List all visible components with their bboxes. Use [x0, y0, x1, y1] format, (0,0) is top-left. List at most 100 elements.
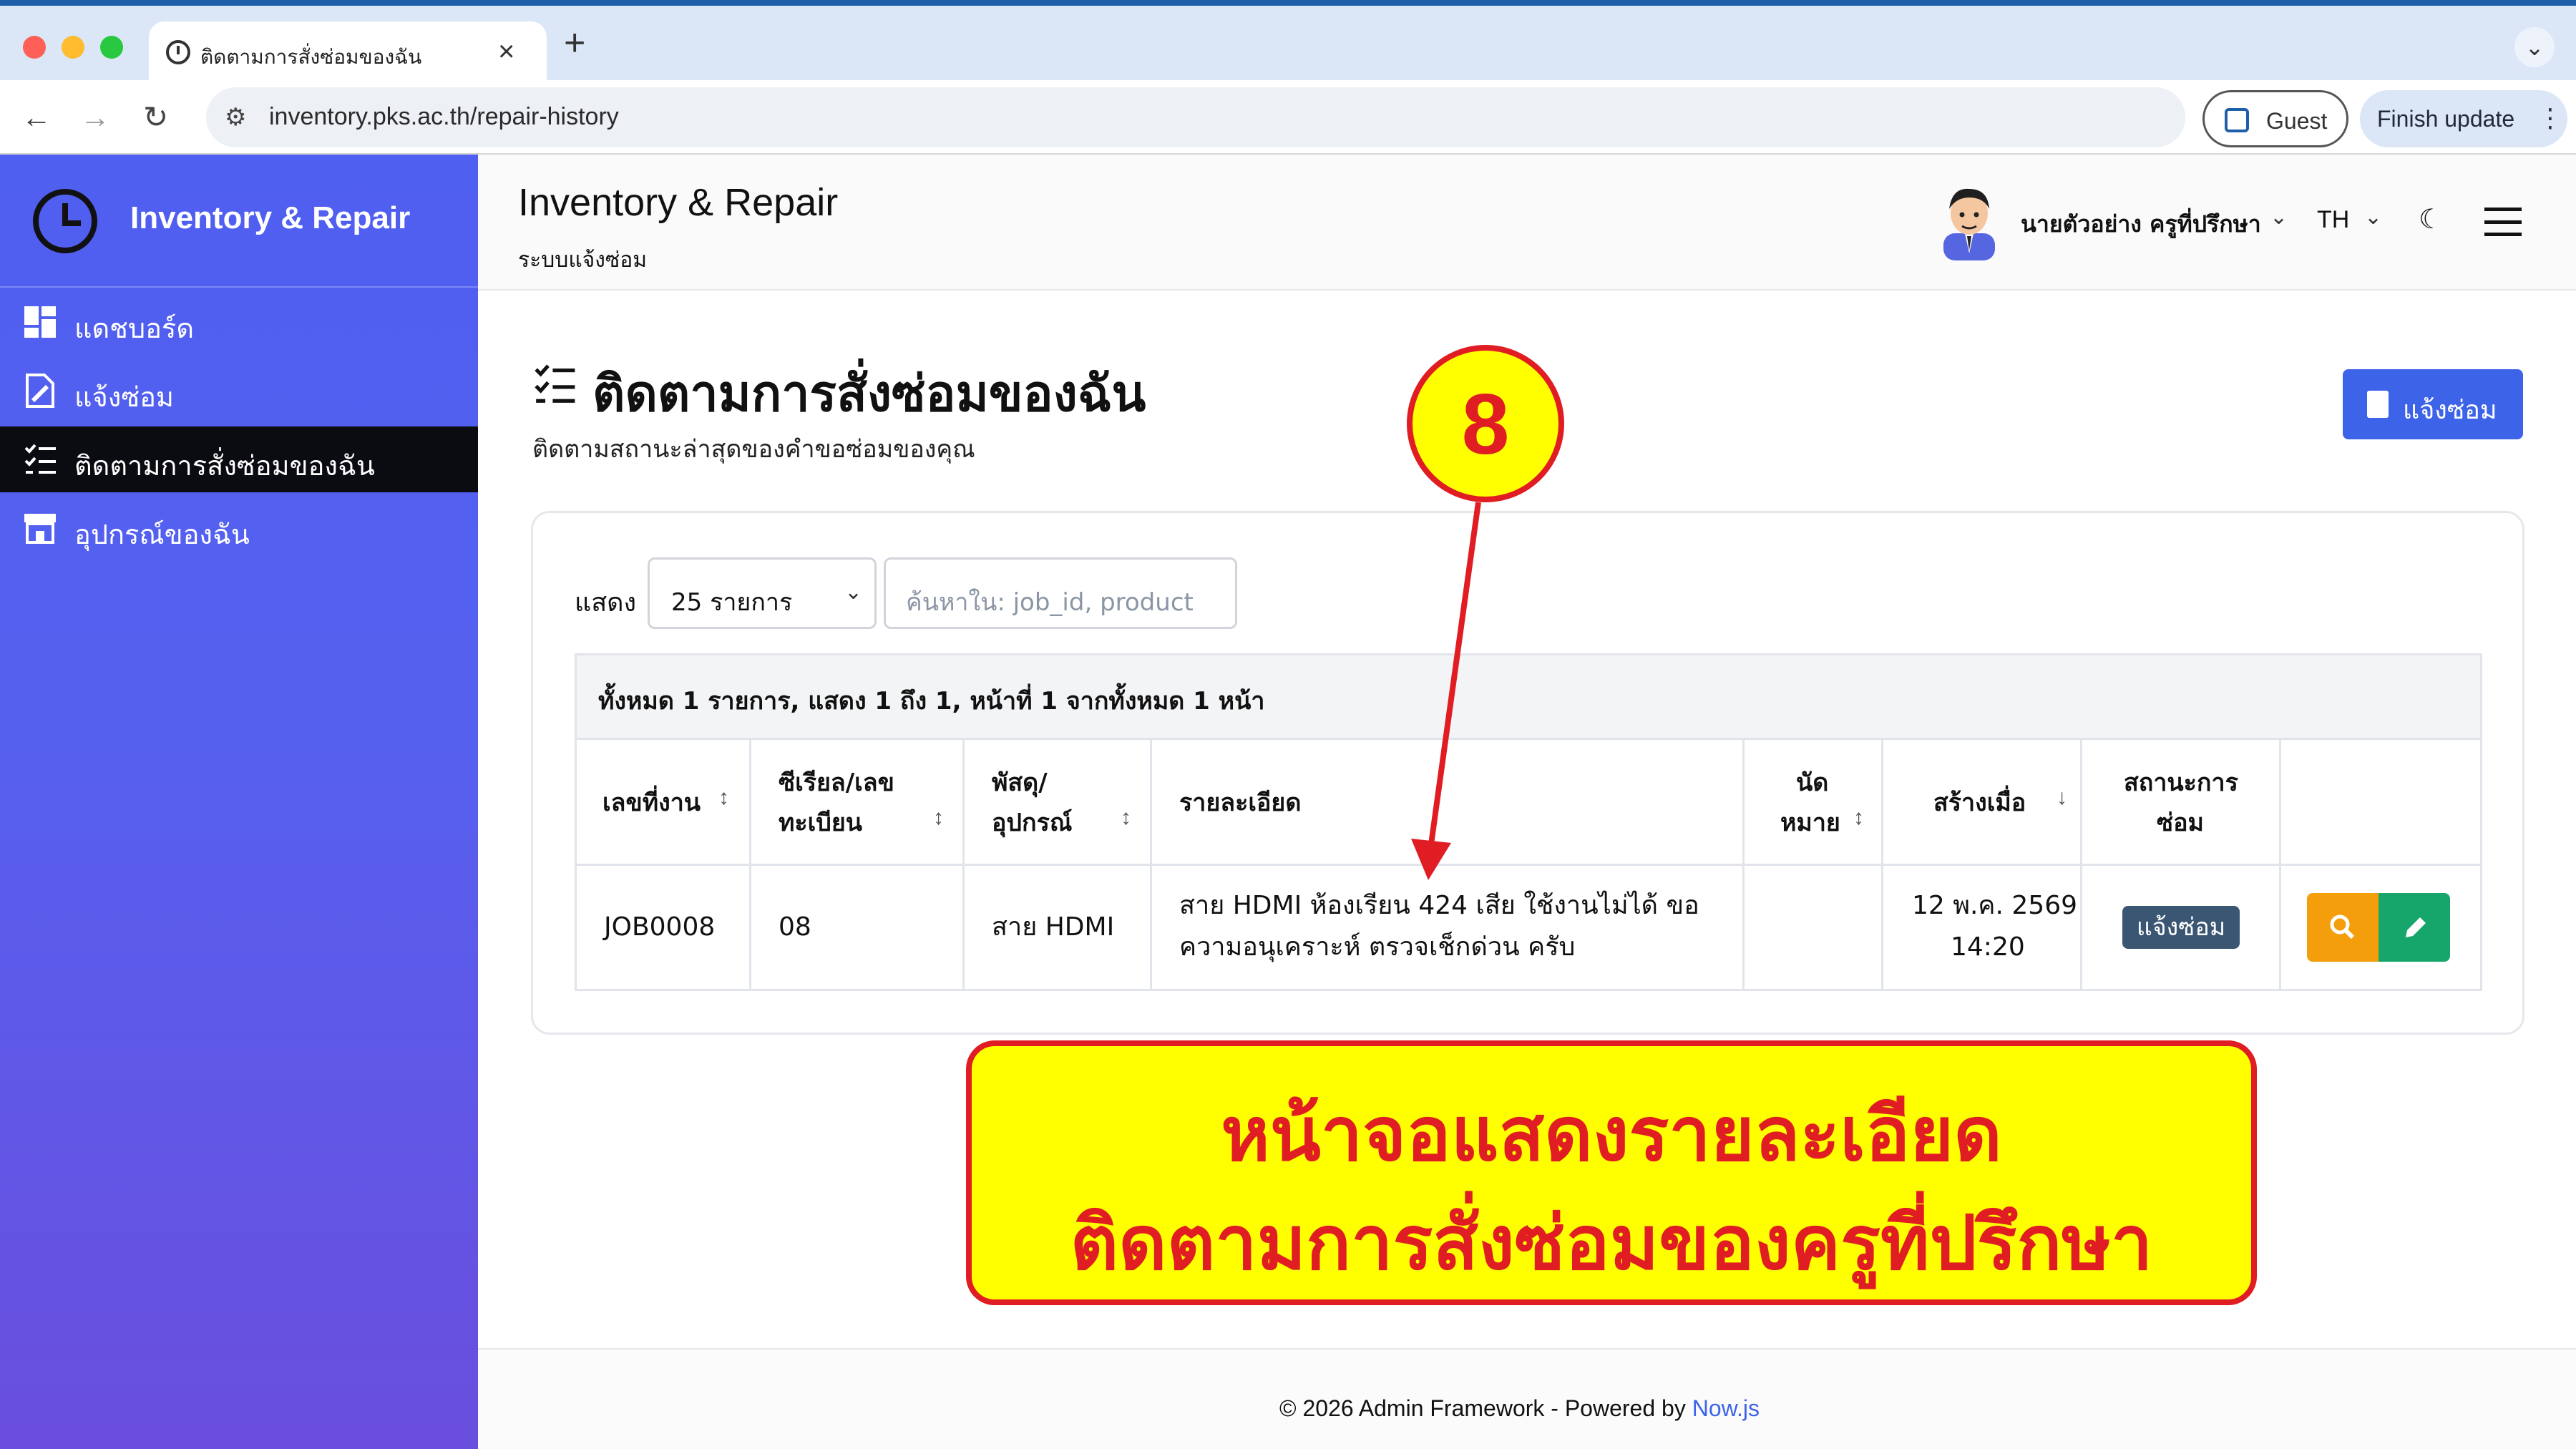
- finish-update-button[interactable]: Finish update ⋮: [2360, 90, 2567, 147]
- finish-update-label: Finish update: [2377, 106, 2515, 132]
- view-button[interactable]: [2307, 893, 2379, 962]
- sort-icon[interactable]: ↕: [1853, 806, 1864, 830]
- sort-icon[interactable]: ↕: [933, 806, 944, 830]
- footer-text: © 2026 Admin Framework - Powered by Now.…: [1279, 1395, 1760, 1422]
- per-page-select[interactable]: 25 รายการ ⌄: [648, 557, 877, 629]
- wrench-doc-icon: [23, 374, 57, 408]
- column-header-label: เลขที่งาน: [602, 789, 701, 817]
- column-header-detail: รายละเอียด: [1152, 740, 1745, 866]
- brand-name: Inventory & Repair: [130, 200, 411, 235]
- sort-desc-icon[interactable]: ↓: [2057, 786, 2067, 810]
- sidebar-item-my-equipment[interactable]: อุปกรณ์ของฉัน: [0, 495, 478, 561]
- table-summary: ทั้งหมด 1 รายการ, แสดง 1 ถึง 1, หน้าที่ …: [577, 655, 2480, 740]
- app-title: Inventory & Repair: [518, 181, 839, 224]
- guest-profile-button[interactable]: Guest: [2202, 90, 2348, 147]
- chevron-down-icon[interactable]: ⌄: [2270, 205, 2288, 230]
- serial: 08: [779, 912, 811, 942]
- page-title: ติดตามการสั่งซ่อมของฉัน: [592, 364, 1146, 423]
- report-repair-label: แจ้งซ่อม: [2403, 396, 2497, 425]
- dark-mode-toggle-icon[interactable]: ☾: [2419, 203, 2443, 235]
- column-header-label: นัด: [1796, 769, 1829, 797]
- top-header: Inventory & Repair ระบบแจ้งซ่อม นายตัวอย…: [478, 155, 2576, 291]
- url-text[interactable]: inventory.pks.ac.th/repair-history: [269, 103, 619, 131]
- table-header: เลขที่งาน ↕ ซีเรียล/เลข ทะเบียน ↕ พัสดุ/…: [577, 740, 2480, 866]
- column-header-label: สถานะการ: [2124, 769, 2238, 797]
- column-header-label: อุปกรณ์: [992, 809, 1073, 837]
- show-label: แสดง: [575, 588, 637, 618]
- sidebar-item-label: แจ้งซ่อม: [74, 381, 174, 413]
- repair-table-card: แสดง 25 รายการ ⌄ ค้นหาใน: job_id, produc…: [531, 511, 2524, 1035]
- window-close-button[interactable]: [23, 36, 46, 59]
- forward-arrow-icon[interactable]: →: [80, 97, 110, 137]
- repair-table: ทั้งหมด 1 รายการ, แสดง 1 ถึง 1, หน้าที่ …: [575, 653, 2482, 991]
- cell-detail: สาย HDMI ห้องเรียน 424 เสีย ใช้งานไม่ได้…: [1152, 866, 1745, 989]
- column-header-label: หมาย: [1780, 809, 1840, 837]
- cell-job-id: JOB0008: [577, 866, 751, 989]
- sort-icon[interactable]: ↕: [718, 786, 729, 810]
- address-bar[interactable]: ⚙ inventory.pks.ac.th/repair-history: [206, 87, 2185, 147]
- language-selector[interactable]: TH: [2317, 206, 2349, 234]
- brand[interactable]: Inventory & Repair: [0, 155, 478, 288]
- column-header-actions: [2281, 740, 2480, 866]
- back-arrow-icon[interactable]: ←: [21, 97, 52, 137]
- sidebar: Inventory & Repair แดชบอร์ด แจ้งซ่อม ติด…: [0, 155, 478, 1449]
- footer: © 2026 Admin Framework - Powered by Now.…: [478, 1348, 2576, 1449]
- cell-product: สาย HDMI: [965, 866, 1152, 989]
- sort-icon[interactable]: ↕: [1121, 806, 1131, 830]
- cell-appointment: [1745, 866, 1883, 989]
- user-menu[interactable]: นายตัวอย่าง ครูที่ปรึกษา: [2021, 206, 2261, 243]
- step-number: 8: [1461, 376, 1510, 472]
- clock-icon: [166, 40, 190, 64]
- column-header-job-id[interactable]: เลขที่งาน ↕: [577, 740, 751, 866]
- more-vert-icon[interactable]: ⋮: [2537, 103, 2563, 133]
- column-header-status: สถานะการ ซ่อม: [2082, 740, 2281, 866]
- search-placeholder: ค้นหาใน: job_id, product: [906, 588, 1194, 617]
- checklist-icon: [23, 442, 57, 477]
- chevron-down-icon[interactable]: ⌄: [2364, 205, 2382, 230]
- new-tab-button[interactable]: +: [564, 24, 585, 62]
- cell-serial: 08: [751, 866, 965, 989]
- column-header-product[interactable]: พัสดุ/ อุปกรณ์ ↕: [965, 740, 1152, 866]
- window-minimize-button[interactable]: [62, 36, 84, 59]
- created-date: 12 พ.ค. 2569: [1912, 891, 2078, 920]
- sidebar-item-repair-history[interactable]: ติดตามการสั่งซ่อมของฉัน: [0, 426, 478, 492]
- column-header-serial[interactable]: ซีเรียล/เลข ทะเบียน ↕: [751, 740, 965, 866]
- column-header-label: สร้างเมื่อ: [1933, 789, 2026, 817]
- site-info-icon[interactable]: ⚙: [225, 103, 250, 132]
- tab-search-button[interactable]: ⌄: [2514, 27, 2555, 67]
- browser-tab-active[interactable]: ติดตามการสั่งซ่อมของฉัน ×: [149, 21, 547, 86]
- tab-close-icon[interactable]: ×: [498, 37, 514, 66]
- report-repair-button[interactable]: แจ้งซ่อม: [2343, 369, 2523, 439]
- sidebar-item-label: ติดตามการสั่งซ่อมของฉัน: [74, 450, 375, 482]
- column-header-created[interactable]: สร้างเมื่อ ↓: [1883, 740, 2082, 866]
- pencil-icon: [2406, 917, 2426, 937]
- search-input[interactable]: ค้นหาใน: job_id, product: [884, 557, 1237, 629]
- reload-icon[interactable]: ↻: [143, 97, 168, 137]
- annotation-banner: หน้าจอแสดงรายละเอียด ติดตามการสั่งซ่อมขอ…: [966, 1040, 2257, 1305]
- avatar[interactable]: [1933, 182, 2005, 260]
- sidebar-item-label: อุปกรณ์ของฉัน: [74, 519, 250, 550]
- annotation-line-1: หน้าจอแสดงรายละเอียด: [1221, 1091, 2002, 1178]
- hamburger-menu-icon[interactable]: [2484, 208, 2522, 236]
- table-summary-text: ทั้งหมด 1 รายการ, แสดง 1 ถึง 1, หน้าที่ …: [598, 687, 1265, 716]
- cell-actions: [2281, 866, 2480, 989]
- job-id: JOB0008: [604, 912, 716, 942]
- column-header-appointment[interactable]: นัด หมาย ↕: [1745, 740, 1883, 866]
- step-number-badge: 8: [1407, 345, 1564, 502]
- tab-title: ติดตามการสั่งซ่อมของฉัน: [200, 45, 422, 69]
- cell-status: แจ้งซ่อม: [2082, 866, 2281, 989]
- table-row: JOB0008 08 สาย HDMI สาย HDMI ห้องเรียน 4…: [577, 866, 2480, 989]
- edit-button[interactable]: [2379, 893, 2450, 962]
- dashboard-icon: [23, 305, 57, 339]
- column-header-label: ซีเรียล/เลข: [779, 769, 894, 797]
- detail-line-1: สาย HDMI ห้องเรียน 424 เสีย ใช้งานไม่ได้…: [1179, 891, 1699, 920]
- created-time: 14:20: [1951, 932, 2025, 962]
- footer-link[interactable]: Now.js: [1692, 1395, 1760, 1421]
- detail-line-2: ความอนุเคราะห์ ตรวจเช็กด่วน ครับ: [1179, 932, 1576, 962]
- sidebar-item-report-repair[interactable]: แจ้งซ่อม: [0, 358, 478, 424]
- per-page-value: 25 รายการ: [671, 588, 793, 617]
- window-zoom-button[interactable]: [100, 36, 123, 59]
- column-header-label: พัสดุ/: [992, 769, 1048, 797]
- column-header-label: ทะเบียน: [779, 809, 863, 837]
- sidebar-item-dashboard[interactable]: แดชบอร์ด: [0, 289, 478, 355]
